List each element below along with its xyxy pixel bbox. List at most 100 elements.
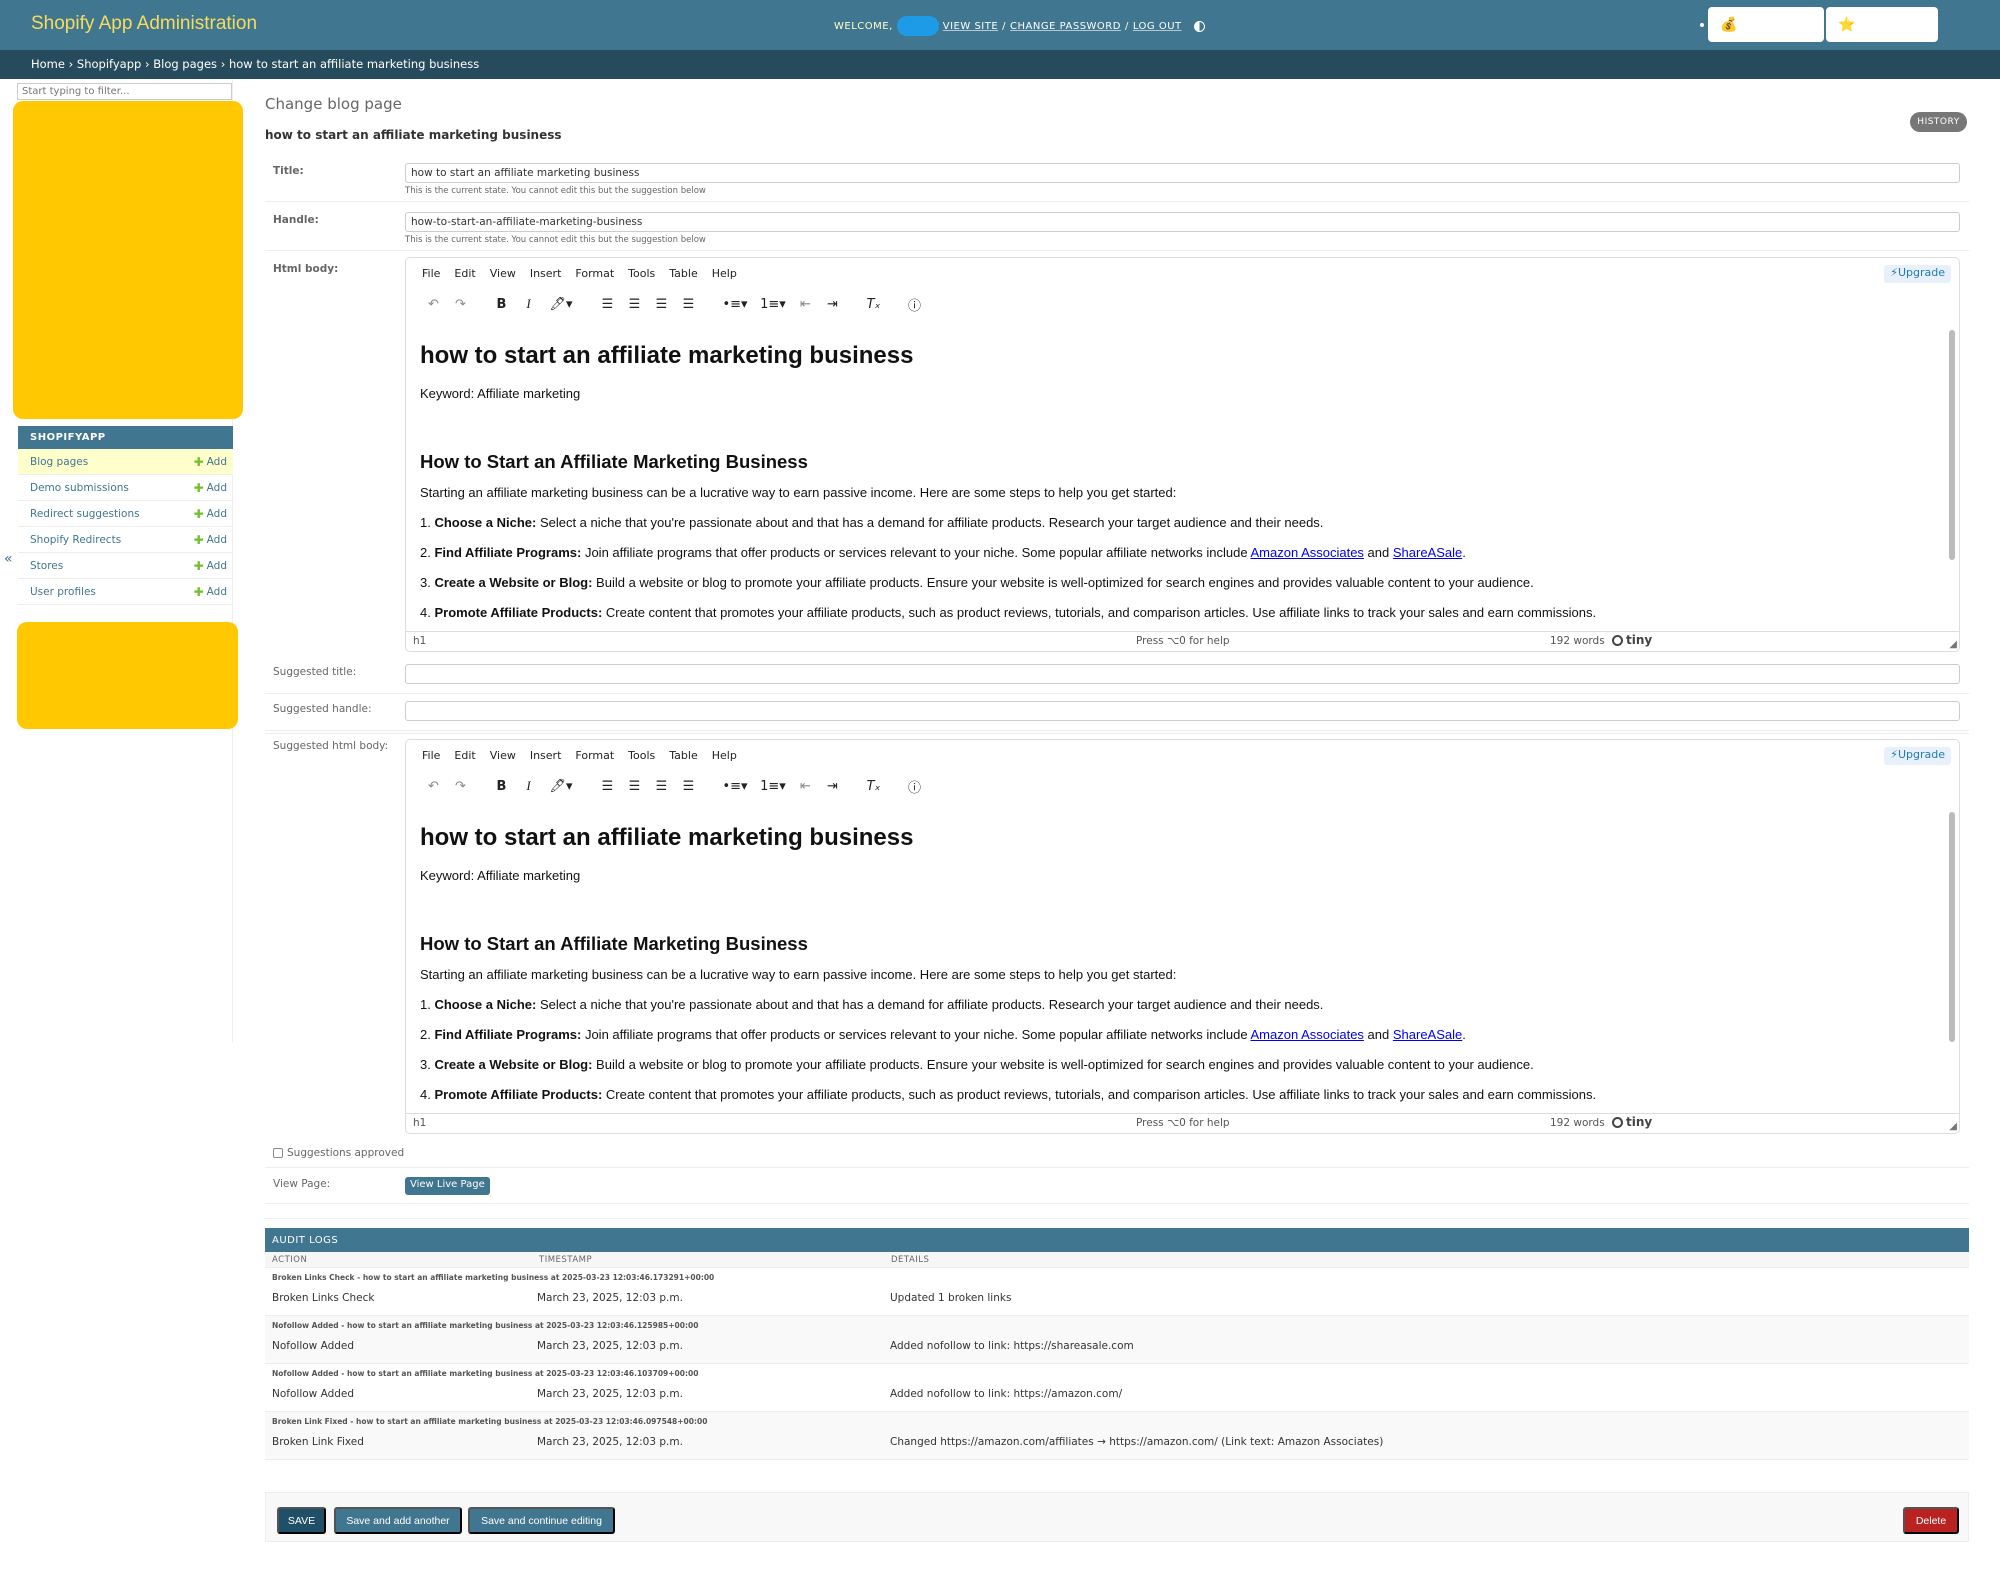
view-live-page-button[interactable]: View Live Page [405,1177,490,1195]
menu-help[interactable]: Help [712,267,737,280]
word-count[interactable]: 192 words [1550,1117,1605,1129]
shareasale-link[interactable]: ShareASale [1393,545,1462,560]
theme-toggle-icon[interactable] [1193,20,1205,32]
model-link[interactable]: User profiles [30,586,96,598]
suggestions-approved-label[interactable]: Suggestions approved [287,1147,404,1159]
delete-button[interactable]: Delete [1903,1507,1959,1534]
save-add-another-button[interactable]: Save and add another [334,1507,462,1534]
menu-help[interactable]: Help [712,749,737,762]
menu-view[interactable]: View [490,267,516,280]
nav-filter-input[interactable] [17,83,232,100]
word-count[interactable]: 192 words [1550,635,1605,647]
bullet-list-icon[interactable]: •≡▾ [716,774,754,798]
bold-icon[interactable]: B [488,774,515,798]
amazon-associates-link[interactable]: Amazon Associates [1250,1027,1363,1042]
indent-icon[interactable]: ⇥ [819,774,846,798]
help-icon[interactable]: ⓘ [901,292,928,316]
indent-icon[interactable]: ⇥ [819,292,846,316]
add-link[interactable]: ✚ Add [194,507,227,521]
suggested-title-input[interactable] [405,664,1960,684]
outdent-icon[interactable]: ⇤ [792,292,819,316]
menu-table[interactable]: Table [669,749,697,762]
model-link[interactable]: Stores [30,560,63,572]
upgrade-button[interactable]: ⚡Upgrade [1884,747,1951,765]
sidebar-collapse-toggle[interactable]: « [4,551,13,567]
clear-format-icon[interactable]: Tₓ [860,292,887,316]
model-link[interactable]: Demo submissions [30,482,129,494]
editor-scrollbar[interactable] [1949,330,1955,560]
align-justify-icon[interactable]: ☰ [675,292,702,316]
add-link[interactable]: ✚ Add [194,559,227,573]
header-card-star[interactable]: ⭐ [1826,7,1938,42]
numbered-list-icon[interactable]: 1≡▾ [754,292,792,316]
menu-tools[interactable]: Tools [628,267,655,280]
add-link[interactable]: ✚ Add [194,481,227,495]
model-link[interactable]: Blog pages [30,456,88,468]
model-link[interactable]: Redirect suggestions [30,508,140,520]
editor-content[interactable]: how to start an affiliate marketing busi… [406,326,1949,624]
save-continue-button[interactable]: Save and continue editing [468,1507,615,1534]
align-center-icon[interactable]: ☰ [621,292,648,316]
element-path[interactable]: h1 [413,1117,426,1129]
undo-icon[interactable]: ↶ [420,292,447,316]
redo-icon[interactable]: ↷ [447,774,474,798]
menu-file[interactable]: File [422,267,440,280]
menu-format[interactable]: Format [575,267,614,280]
view-site-link[interactable]: VIEW SITE [943,21,998,32]
amazon-associates-link[interactable]: Amazon Associates [1250,545,1363,560]
breadcrumb-model[interactable]: Blog pages [153,57,217,71]
clear-format-icon[interactable]: Tₓ [860,774,887,798]
log-out-link[interactable]: LOG OUT [1133,21,1182,32]
undo-icon[interactable]: ↶ [420,774,447,798]
breadcrumb-home[interactable]: Home [31,57,65,71]
menu-edit[interactable]: Edit [454,749,475,762]
suggestions-approved-checkbox[interactable] [273,1148,283,1158]
align-justify-icon[interactable]: ☰ [675,774,702,798]
site-branding[interactable]: Shopify App Administration [31,13,257,35]
bold-icon[interactable]: B [488,292,515,316]
menu-format[interactable]: Format [575,749,614,762]
tiny-brand[interactable]: tiny [1612,633,1652,647]
resize-handle-icon[interactable]: ◢ [1949,639,1957,650]
menu-tools[interactable]: Tools [628,749,655,762]
suggested-handle-input[interactable] [405,701,1960,721]
resize-handle-icon[interactable]: ◢ [1949,1121,1957,1132]
align-center-icon[interactable]: ☰ [621,774,648,798]
change-password-link[interactable]: CHANGE PASSWORD [1010,21,1121,32]
header-card-money[interactable]: 💰 [1708,7,1824,42]
app-caption[interactable]: SHOPIFYAPP [18,426,233,449]
menu-view[interactable]: View [490,749,516,762]
menu-insert[interactable]: Insert [530,749,562,762]
add-link[interactable]: ✚ Add [194,455,227,469]
save-button[interactable]: SAVE [277,1507,326,1534]
align-right-icon[interactable]: ☰ [648,774,675,798]
upgrade-button[interactable]: ⚡Upgrade [1884,265,1951,283]
italic-icon[interactable]: I [515,774,542,798]
menu-insert[interactable]: Insert [530,267,562,280]
shareasale-link[interactable]: ShareASale [1393,1027,1462,1042]
tiny-brand[interactable]: tiny [1612,1115,1652,1129]
editor-scrollbar[interactable] [1949,812,1955,1042]
element-path[interactable]: h1 [413,635,426,647]
add-link[interactable]: ✚ Add [194,533,227,547]
model-link[interactable]: Shopify Redirects [30,534,121,546]
editor-content[interactable]: how to start an affiliate marketing busi… [406,808,1949,1106]
highlight-icon[interactable]: 🖊︎▾ [542,774,580,798]
bullet-list-icon[interactable]: •≡▾ [716,292,754,316]
menu-edit[interactable]: Edit [454,267,475,280]
title-input[interactable] [405,163,1960,183]
highlight-icon[interactable]: 🖊︎▾ [542,292,580,316]
align-left-icon[interactable]: ☰ [594,292,621,316]
history-button[interactable]: HISTORY [1910,112,1967,132]
align-left-icon[interactable]: ☰ [594,774,621,798]
numbered-list-icon[interactable]: 1≡▾ [754,774,792,798]
handle-input[interactable] [405,212,1960,232]
align-right-icon[interactable]: ☰ [648,292,675,316]
add-link[interactable]: ✚ Add [194,585,227,599]
menu-table[interactable]: Table [669,267,697,280]
italic-icon[interactable]: I [515,292,542,316]
help-icon[interactable]: ⓘ [901,774,928,798]
menu-file[interactable]: File [422,749,440,762]
breadcrumb-app[interactable]: Shopifyapp [77,57,141,71]
redo-icon[interactable]: ↷ [447,292,474,316]
